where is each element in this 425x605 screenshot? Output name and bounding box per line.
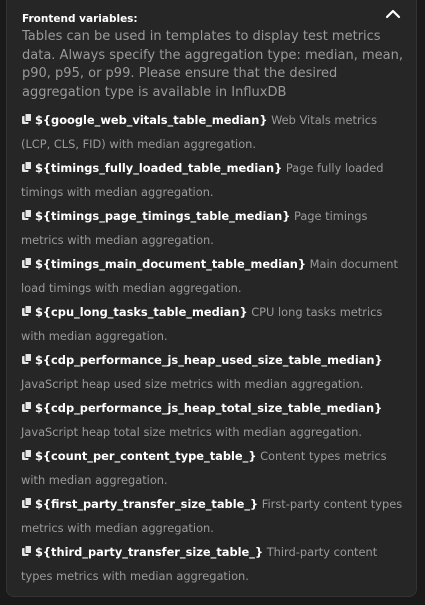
list-item: ${cdp_performance_js_heap_used_size_tabl… — [21, 348, 409, 396]
section-title: Frontend variables: — [22, 13, 138, 25]
list-item: ${third_party_transfer_size_table_} Thir… — [21, 540, 409, 588]
variable-name[interactable]: ${timings_fully_loaded_table_median} — [35, 161, 282, 175]
list-item: ${google_web_vitals_table_median} Web Vi… — [21, 108, 409, 156]
copy-icon[interactable] — [21, 205, 33, 220]
copy-icon[interactable] — [21, 301, 33, 316]
variable-name[interactable]: ${first_party_transfer_size_table_} — [35, 497, 258, 511]
variable-name[interactable]: ${timings_page_timings_table_median} — [35, 209, 290, 223]
panel-header[interactable]: Frontend variables: — [22, 6, 404, 25]
variable-name[interactable]: ${third_party_transfer_size_table_} — [35, 545, 263, 559]
list-item: ${cpu_long_tasks_table_median} CPU long … — [21, 300, 409, 348]
copy-icon[interactable] — [21, 109, 33, 124]
section-description: Tables can be used in templates to displ… — [22, 29, 403, 100]
list-item: ${count_per_content_type_table_} Content… — [21, 444, 409, 492]
list-item: ${timings_main_document_table_median} Ma… — [21, 252, 409, 300]
copy-icon[interactable] — [21, 349, 33, 364]
variable-description: JavaScript heap total size metrics with … — [21, 425, 363, 439]
copy-icon[interactable] — [21, 493, 33, 508]
list-item: ${timings_page_timings_table_median} Pag… — [21, 204, 409, 252]
copy-icon[interactable] — [21, 541, 33, 556]
list-item: ${timings_fully_loaded_table_median} Pag… — [21, 156, 409, 204]
variable-name[interactable]: ${timings_main_document_table_median} — [35, 257, 306, 271]
list-item: ${first_party_transfer_size_table_} Firs… — [21, 492, 409, 540]
copy-icon[interactable] — [21, 445, 33, 460]
chevron-up-icon[interactable] — [384, 6, 402, 20]
list-item: ${cdp_performance_js_heap_total_size_tab… — [21, 396, 409, 444]
variable-description: JavaScript heap used size metrics with m… — [21, 377, 364, 391]
copy-icon[interactable] — [21, 157, 33, 172]
copy-icon[interactable] — [21, 253, 33, 268]
variable-name[interactable]: ${cdp_performance_js_heap_total_size_tab… — [35, 401, 382, 415]
copy-icon[interactable] — [21, 397, 33, 412]
variables-list: ${google_web_vitals_table_median} Web Vi… — [21, 108, 409, 588]
frontend-variables-panel: Frontend variables: Tables can be used i… — [6, 0, 417, 597]
variable-name[interactable]: ${cpu_long_tasks_table_median} — [35, 305, 248, 319]
variable-name[interactable]: ${google_web_vitals_table_median} — [35, 113, 267, 127]
variable-name[interactable]: ${count_per_content_type_table_} — [35, 449, 256, 463]
variable-name[interactable]: ${cdp_performance_js_heap_used_size_tabl… — [35, 353, 383, 367]
